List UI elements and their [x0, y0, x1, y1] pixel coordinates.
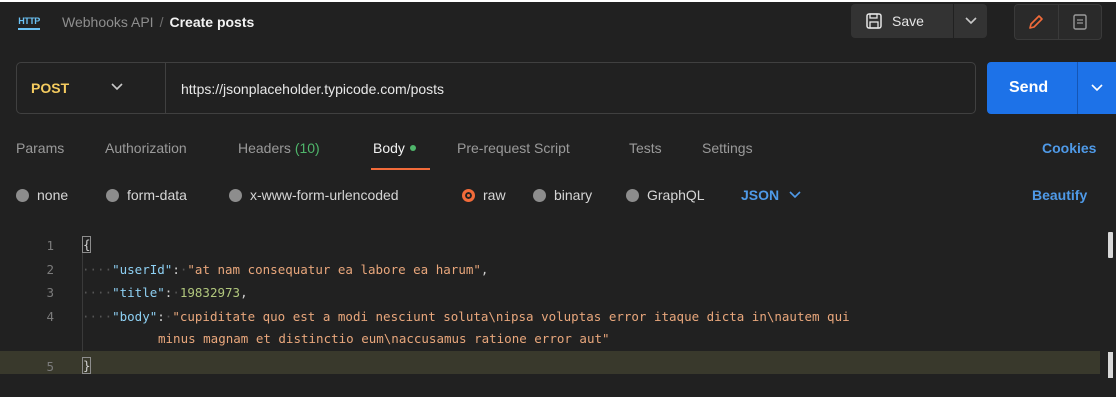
open-brace: { — [82, 236, 91, 253]
editor-scrollbar-marker — [1108, 352, 1113, 378]
body-format-label: JSON — [741, 187, 780, 203]
body-type-raw[interactable]: raw — [462, 187, 506, 203]
body-status-dot — [409, 145, 416, 152]
tab-headers[interactable]: Headers (10) — [238, 140, 320, 156]
active-tab-indicator — [371, 168, 430, 170]
documentation-button[interactable] — [1059, 5, 1102, 39]
code-line: { — [82, 235, 91, 255]
code-line-wrapped: minus magnam et distinctio eum\naccusamu… — [158, 329, 610, 349]
radio-icon — [626, 188, 639, 202]
tab-tests[interactable]: Tests — [629, 140, 662, 156]
body-format-select[interactable]: JSON — [741, 187, 801, 203]
edit-mode-button[interactable] — [1015, 5, 1059, 39]
body-type-label: raw — [483, 187, 506, 203]
body-type-options: none form-data x-www-form-urlencoded raw… — [0, 186, 1116, 210]
breadcrumb-request-name[interactable]: Create posts — [169, 14, 254, 30]
json-string-value: "at nam consequatur ea labore ea harum" — [187, 262, 481, 277]
line-number: 4 — [46, 309, 54, 324]
radio-icon — [533, 188, 546, 202]
body-type-form-data[interactable]: form-data — [106, 187, 187, 203]
code-editor[interactable]: 1 2 3 4 5 { ····"userId":·"at nam conseq… — [0, 232, 1116, 397]
request-header: HTTP Webhooks API / Create posts Save — [0, 2, 1116, 46]
save-icon — [866, 13, 882, 29]
tab-pre-request-script[interactable]: Pre-request Script — [457, 140, 570, 156]
code-line: ····"body":·"cupiditate quo est a modi n… — [82, 309, 850, 324]
radio-selected-icon — [462, 188, 475, 202]
tab-body[interactable]: Body — [373, 140, 416, 156]
method-divider — [165, 63, 166, 113]
chevron-down-icon — [1091, 84, 1103, 92]
pencil-icon — [1029, 15, 1044, 29]
headers-count-badge: (10) — [294, 140, 320, 156]
url-input[interactable] — [181, 78, 961, 100]
body-type-binary[interactable]: binary — [533, 187, 592, 203]
tab-settings[interactable]: Settings — [702, 140, 753, 156]
radio-icon — [16, 188, 29, 202]
save-button-group: Save — [851, 4, 987, 38]
json-string-value-continued: minus magnam et distinctio eum\naccusamu… — [158, 331, 610, 346]
line-number: 5 — [46, 359, 54, 374]
json-key: "userId" — [112, 262, 173, 277]
send-dropdown-button[interactable] — [1078, 84, 1116, 92]
save-label: Save — [892, 13, 924, 29]
active-line-highlight — [0, 351, 1100, 374]
line-number: 3 — [46, 285, 54, 300]
save-dropdown-button[interactable] — [954, 4, 987, 38]
radio-icon — [106, 188, 119, 202]
breadcrumb-separator: / — [159, 14, 164, 30]
body-type-none[interactable]: none — [16, 187, 68, 203]
json-number-value: 19832973 — [179, 285, 241, 300]
close-brace: } — [82, 357, 91, 374]
document-icon — [1073, 14, 1087, 30]
method-select[interactable]: POST — [17, 63, 165, 113]
body-type-x-www-form-urlencoded[interactable]: x-www-form-urlencoded — [229, 187, 399, 203]
body-type-label: form-data — [127, 187, 187, 203]
body-type-graphql[interactable]: GraphQL — [626, 187, 705, 203]
send-button[interactable]: Send — [987, 79, 1077, 97]
chevron-down-icon — [789, 191, 801, 199]
body-type-label: none — [37, 187, 69, 203]
code-line: } — [82, 356, 91, 376]
body-type-label: x-www-form-urlencoded — [250, 187, 399, 203]
json-key: "body" — [112, 309, 158, 324]
request-url-bar: POST — [16, 62, 976, 114]
chevron-down-icon — [964, 17, 977, 25]
chevron-down-icon — [111, 83, 123, 91]
breadcrumb-collection[interactable]: Webhooks API — [62, 14, 154, 30]
line-number: 2 — [46, 262, 54, 277]
send-button-group: Send — [987, 62, 1116, 114]
http-icon: HTTP — [18, 16, 40, 30]
body-type-label: binary — [554, 187, 593, 203]
tab-authorization[interactable]: Authorization — [105, 140, 187, 156]
view-mode-toggle — [1014, 4, 1102, 40]
beautify-button[interactable]: Beautify — [1032, 187, 1087, 203]
tab-body-label: Body — [373, 140, 405, 156]
radio-icon — [229, 188, 242, 202]
cookies-link[interactable]: Cookies — [1042, 140, 1096, 156]
request-tabs: Params Authorization Headers (10) Body P… — [0, 136, 1116, 170]
line-number: 1 — [46, 238, 54, 253]
method-label: POST — [31, 80, 70, 96]
save-button[interactable]: Save — [851, 4, 953, 38]
json-key: "title" — [112, 285, 165, 300]
tab-params[interactable]: Params — [16, 140, 64, 156]
json-string-value: "cupiditate quo est a modi nesciunt solu… — [172, 309, 850, 324]
tab-headers-label: Headers — [238, 140, 291, 156]
editor-scrollbar[interactable] — [1108, 232, 1113, 258]
code-line: ····"title":·19832973, — [82, 285, 248, 300]
breadcrumb: Webhooks API / Create posts — [62, 12, 254, 32]
body-type-label: GraphQL — [647, 187, 705, 203]
code-line: ····"userId":·"at nam consequatur ea lab… — [82, 262, 489, 277]
